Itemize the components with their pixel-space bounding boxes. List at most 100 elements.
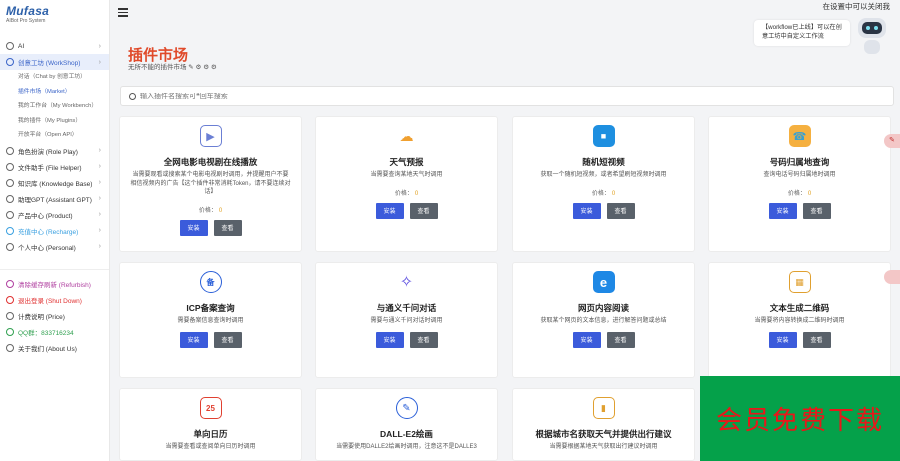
sidebar-item-label: 创意工坊 (WorkShop) (18, 60, 81, 67)
install-button[interactable]: 安装 (179, 219, 208, 236)
sidebar-item-label: 个人中心 (Personal) (18, 244, 76, 252)
plugin-desc: 当需要将内容转换成二维码时调用 (754, 318, 845, 324)
plugin-name: 根据城市名获取天气并提供出行建议 (535, 429, 672, 439)
plugin-name: 与通义千问对话 (376, 303, 437, 313)
search-icon (129, 92, 136, 100)
sidebar-item-label: QQ群：833716234 (18, 329, 74, 337)
chevron-right-icon: › (98, 179, 101, 186)
view-button[interactable]: 查看 (409, 331, 438, 348)
install-button[interactable]: 安装 (572, 331, 601, 348)
plugin-card: ▦ 文本生成二维码 当需要将内容转换成二维码时调用 安装 查看 (708, 262, 891, 378)
view-button[interactable]: 查看 (213, 219, 242, 236)
logo[interactable]: Mufasa AIBot Pro System (0, 0, 109, 32)
install-button[interactable]: 安装 (375, 331, 404, 348)
plugin-card: ☁ 天气预报 当需要查询某地天气时调用 价格： 0 安装 查看 (315, 116, 498, 252)
sidebar-item-label: 计费说明 (Price) (18, 313, 65, 321)
brand-title: Mufasa (6, 4, 50, 18)
plugin-desc: 当需要使用DALLE2绘画时调用，注意这不是DALLE3 (336, 444, 477, 450)
sidebar: Mufasa AIBot Pro System AI › 创意工坊 (WorkSh… (0, 0, 110, 461)
sidebar-item-role-play[interactable]: 角色扮演 (Role Play) › (0, 143, 109, 159)
sidebar-item-knowledge-base[interactable]: 知识库 (Knowledge Base) › (0, 175, 109, 191)
install-button[interactable]: 安装 (179, 331, 208, 348)
sidebar-subitem-workbench[interactable]: 我的工作台（My Workbench） (0, 99, 109, 114)
chevron-right-icon: › (98, 227, 101, 234)
install-button[interactable]: 安装 (572, 202, 601, 219)
view-button[interactable]: 查看 (213, 331, 242, 348)
side-float-button[interactable]: ✎ (884, 134, 900, 148)
sidebar-item-product[interactable]: 产品中心 (Product) › (0, 207, 109, 223)
brand-subtitle: AIBot Pro System (6, 18, 46, 24)
plugin-card: 25 单向日历 当需要查看或查阅单向日历时调用 (119, 388, 302, 461)
search-bar (120, 86, 894, 106)
phonebook-icon: ☎ (788, 125, 811, 147)
chevron-right-icon: › (98, 211, 101, 218)
install-button[interactable]: 安装 (375, 202, 404, 219)
install-button[interactable]: 安装 (768, 331, 797, 348)
sidebar-item-about[interactable]: 关于我们 (About Us) (0, 340, 109, 356)
plugin-desc: 获取一个随机短视频，或者希望刷短视频时调用 (540, 172, 667, 178)
sidebar-subitem-open-api[interactable]: 开放平台（Open API） (0, 128, 109, 143)
plugin-desc: 当需要查询某地天气时调用 (370, 172, 443, 178)
plugin-name: 随机短视频 (582, 157, 625, 167)
sidebar-item-refurbish[interactable]: 清除缓存刷新 (Refurbish) (0, 276, 109, 292)
chevron-right-icon: › (98, 243, 101, 250)
sidebar-item-label: 知识库 (Knowledge Base) (18, 180, 93, 188)
plugin-card: ▶ 全网电影电视剧在线播放 当需要观看或搜索某个电影电视剧时调用，并提醒用户不要… (119, 116, 302, 252)
view-button[interactable]: 查看 (802, 202, 831, 219)
sidebar-item-label: 文件助手 (File Helper) (18, 164, 82, 172)
close-hint[interactable]: 在设置中可以关闭我 (823, 1, 891, 12)
plugin-name: ICP备案查询 (186, 303, 235, 313)
sidebar-item-workshop[interactable]: 创意工坊 (WorkShop) › (0, 54, 109, 70)
plugin-desc: 需要备案信息查询时调用 (177, 318, 244, 324)
install-button[interactable]: 安装 (768, 202, 797, 219)
sidebar-item-recharge[interactable]: 充值中心 (Recharge) › (0, 223, 109, 239)
plugin-card: ☎ 号码归属地查询 查询电话号码归属地时调用 价格： 0 安装 查看 (708, 116, 891, 252)
file-icon (6, 162, 14, 171)
sidebar-item-label: 产品中心 (Product) (18, 212, 73, 220)
sidebar-item-price[interactable]: 计费说明 (Price) (0, 308, 109, 324)
sidebar-item-qq-group[interactable]: QQ群：833716234 (0, 324, 109, 340)
view-button[interactable]: 查看 (409, 202, 438, 219)
view-button[interactable]: 查看 (606, 331, 635, 348)
sidebar-subitem-chat[interactable]: 对话（Chat by 创意工坊） (0, 70, 109, 85)
sidebar-item-label: 助理GPT (Assistant GPT) (18, 196, 92, 204)
sidebar-item-logout[interactable]: 退出登录 (Shut Down) (0, 292, 109, 308)
plugin-card: ■ 随机短视频 获取一个随机短视频，或者希望刷短视频时调用 价格： 0 安装 查看 (512, 116, 695, 252)
sidebar-item-ai[interactable]: AI › (0, 38, 109, 54)
plugin-price: 价格： 0 (591, 190, 616, 197)
sidebar-item-file-helper[interactable]: 文件助手 (File Helper) › (0, 159, 109, 175)
view-button[interactable]: 查看 (606, 202, 635, 219)
chevron-right-icon: › (98, 195, 101, 202)
view-button[interactable]: 查看 (802, 331, 831, 348)
menu-toggle-icon[interactable] (118, 8, 128, 17)
sidebar-subitem-my-plugins[interactable]: 我的插件（My Plugins） (0, 114, 109, 129)
chevron-right-icon: › (98, 163, 101, 170)
plugin-desc: 需要与通义千问对话时调用 (370, 318, 443, 324)
plugin-name: 单向日历 (193, 429, 228, 439)
plugin-desc: 当需要观看或搜索某个电影电视剧时调用，并提醒用户不要相信视频内的广告【这个插件非… (130, 172, 291, 195)
calendar-icon: 25 (199, 397, 222, 419)
sidebar-item-label: 清除缓存刷新 (Refurbish) (18, 281, 91, 289)
tongyi-icon: ✧ (399, 274, 414, 291)
plugin-name: 全网电影电视剧在线播放 (163, 157, 258, 167)
assistant-bubble: 【workflow已上线】可以在创意工坊中自定义工作流 (754, 20, 850, 46)
sidebar-item-label: 角色扮演 (Role Play) (18, 148, 78, 156)
plugin-desc: 当需要根据某地天气获取出行建议时调用 (549, 444, 658, 450)
sidebar-item-personal[interactable]: 个人中心 (Personal) › (0, 239, 109, 255)
sidebar-divider (0, 268, 109, 270)
search-input[interactable] (140, 92, 440, 100)
promo-banner[interactable]: 会员免费下载 (700, 376, 900, 461)
recharge-icon (6, 226, 14, 235)
sidebar-item-label: AI (18, 42, 25, 50)
side-float-button[interactable] (884, 270, 900, 284)
plugin-card: ✎ DALL-E2绘画 当需要使用DALLE2绘画时调用，注意这不是DALLE3 (315, 388, 498, 461)
robot-assistant-icon[interactable] (852, 14, 892, 58)
chevron-right-icon: › (98, 42, 101, 50)
chevron-right-icon: › (98, 147, 101, 154)
sidebar-item-assistant-gpt[interactable]: 助理GPT (Assistant GPT) › (0, 191, 109, 207)
plugin-desc: 查询电话号码归属地时调用 (763, 172, 836, 178)
plugin-price: 价格： 0 (198, 207, 223, 214)
sidebar-subitem-market[interactable]: 插件市场（Market） (0, 85, 109, 100)
ai-icon (6, 42, 14, 50)
plugin-name: DALL-E2绘画 (380, 429, 433, 439)
